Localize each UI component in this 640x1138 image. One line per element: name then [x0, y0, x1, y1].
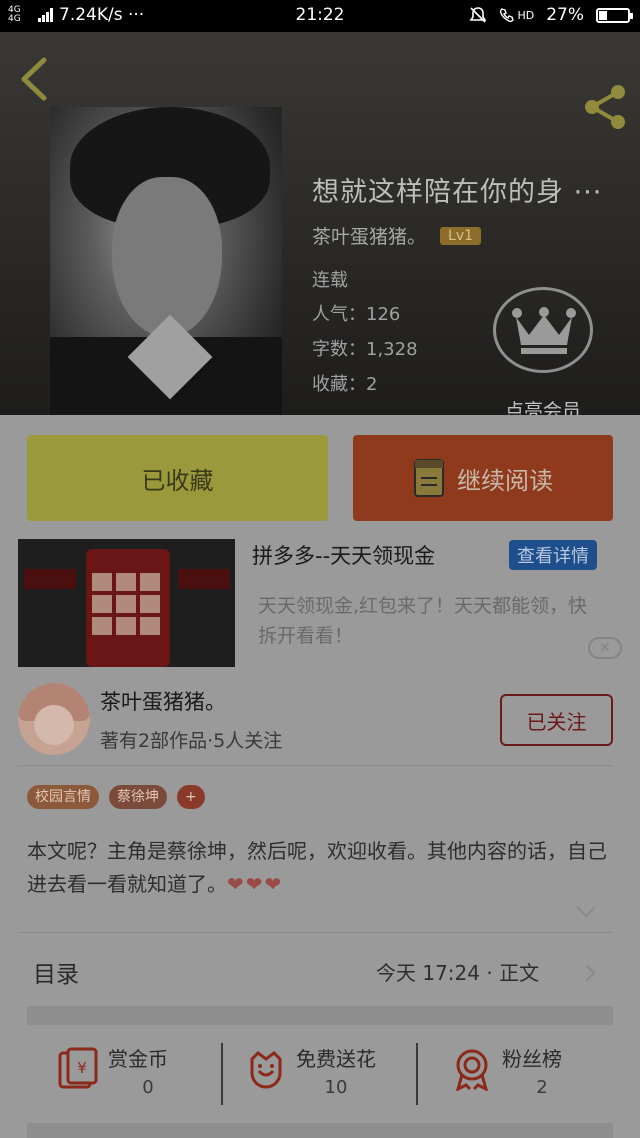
stat-label: 免费送花: [296, 1047, 376, 1071]
follow-label: 已关注: [526, 709, 587, 734]
status-bar: 4G 4G 7.24K/s ··· 21:22 HD 27%: [0, 0, 640, 32]
chevron-right-icon[interactable]: [583, 963, 597, 983]
back-icon[interactable]: [14, 54, 54, 104]
book-cover-image[interactable]: [50, 107, 282, 415]
serial-status: 连载: [312, 270, 348, 291]
book-detail-body: 已收藏 继续阅读 拼多多--天天领现金 查看详情 天天领现金,红包来了！天天都能…: [0, 415, 640, 1138]
flower-icon: [250, 1051, 282, 1089]
hd-label: HD: [517, 8, 535, 22]
book-title: 想就这样陪在你的身 ···: [312, 177, 603, 208]
ad-title[interactable]: 拼多多--天天领现金: [252, 540, 435, 570]
reward-coins-button[interactable]: ¥ 赏金币 0: [56, 1037, 206, 1107]
collected-label: 已收藏: [141, 466, 214, 495]
divider: [18, 765, 613, 766]
continue-label: 继续阅读: [457, 466, 553, 495]
heart-icons: ❤❤❤: [227, 872, 284, 896]
stat-label: 粉丝榜: [502, 1047, 562, 1071]
battery-percent: 27%: [546, 5, 584, 25]
level-badge: Lv1: [440, 226, 482, 245]
author-avatar[interactable]: [18, 683, 90, 755]
book-header: 想就这样陪在你的身 ··· 茶叶蛋猪猪。 Lv1 连载 人气：126 字数：1,…: [0, 32, 640, 422]
collected-button[interactable]: 已收藏: [27, 435, 328, 521]
ad-image[interactable]: [18, 539, 235, 667]
stat-count: 0: [142, 1077, 154, 1098]
author-card-stats: 著有2部作品·5人关注: [100, 730, 283, 752]
divider: [18, 932, 613, 933]
divider: [221, 1043, 223, 1105]
divider: [416, 1043, 418, 1105]
word-count: 字数：1,328: [312, 339, 418, 360]
red-envelope-icon: ¥: [58, 1047, 98, 1089]
popularity: 人气：126: [312, 304, 401, 325]
book-intro[interactable]: 本文呢？主角是蔡徐坤，然后呢，欢迎收看。其他内容的话，自己进去看一看就知道了。❤…: [27, 835, 617, 901]
tag-list: 校园言情 蔡徐坤 +: [27, 785, 205, 809]
stat-label: 赏金币: [108, 1047, 168, 1071]
favorite-count: 收藏：2: [312, 374, 378, 395]
section-gap: [27, 1123, 613, 1138]
ad-close-button[interactable]: ✕: [588, 637, 622, 659]
medal-icon: [455, 1049, 489, 1091]
author-card-name[interactable]: 茶叶蛋猪猪。: [100, 686, 226, 716]
ad-detail-button[interactable]: 查看详情: [509, 540, 597, 570]
tag-chip[interactable]: 校园言情: [27, 785, 99, 809]
author-name[interactable]: 茶叶蛋猪猪。: [312, 222, 426, 249]
intro-text: 本文呢？主角是蔡徐坤，然后呢，欢迎收看。其他内容的话，自己进去看一看就知道了。: [27, 839, 607, 896]
crown-icon: [512, 307, 576, 354]
book-icon: [414, 459, 444, 497]
tag-chip[interactable]: 蔡徐坤: [109, 785, 167, 809]
vip-button[interactable]: [493, 287, 595, 373]
continue-reading-button[interactable]: 继续阅读: [353, 435, 613, 521]
section-gap: [27, 1006, 613, 1025]
stat-count: 10: [324, 1077, 348, 1098]
fan-ranking-button[interactable]: 粉丝榜 2: [450, 1037, 600, 1107]
chevron-down-icon[interactable]: [575, 905, 597, 919]
add-tag-button[interactable]: +: [177, 785, 205, 809]
svg-text:¥: ¥: [77, 1059, 87, 1077]
follow-button[interactable]: 已关注: [500, 694, 613, 746]
stat-count: 2: [536, 1077, 548, 1098]
toc-label[interactable]: 目录: [33, 955, 79, 989]
ad-description: 天天领现金,红包来了！天天都能领，快拆开看看！: [258, 595, 588, 647]
author-row: 茶叶蛋猪猪。 Lv1: [312, 222, 482, 249]
mute-icon: [469, 7, 487, 23]
battery-icon: [596, 7, 633, 23]
toc-latest-update[interactable]: 今天 17:24 · 正文: [376, 957, 539, 986]
hd-call-icon: HD: [499, 7, 534, 23]
free-flower-button[interactable]: 免费送花 10: [244, 1037, 404, 1107]
share-icon[interactable]: [580, 82, 630, 132]
